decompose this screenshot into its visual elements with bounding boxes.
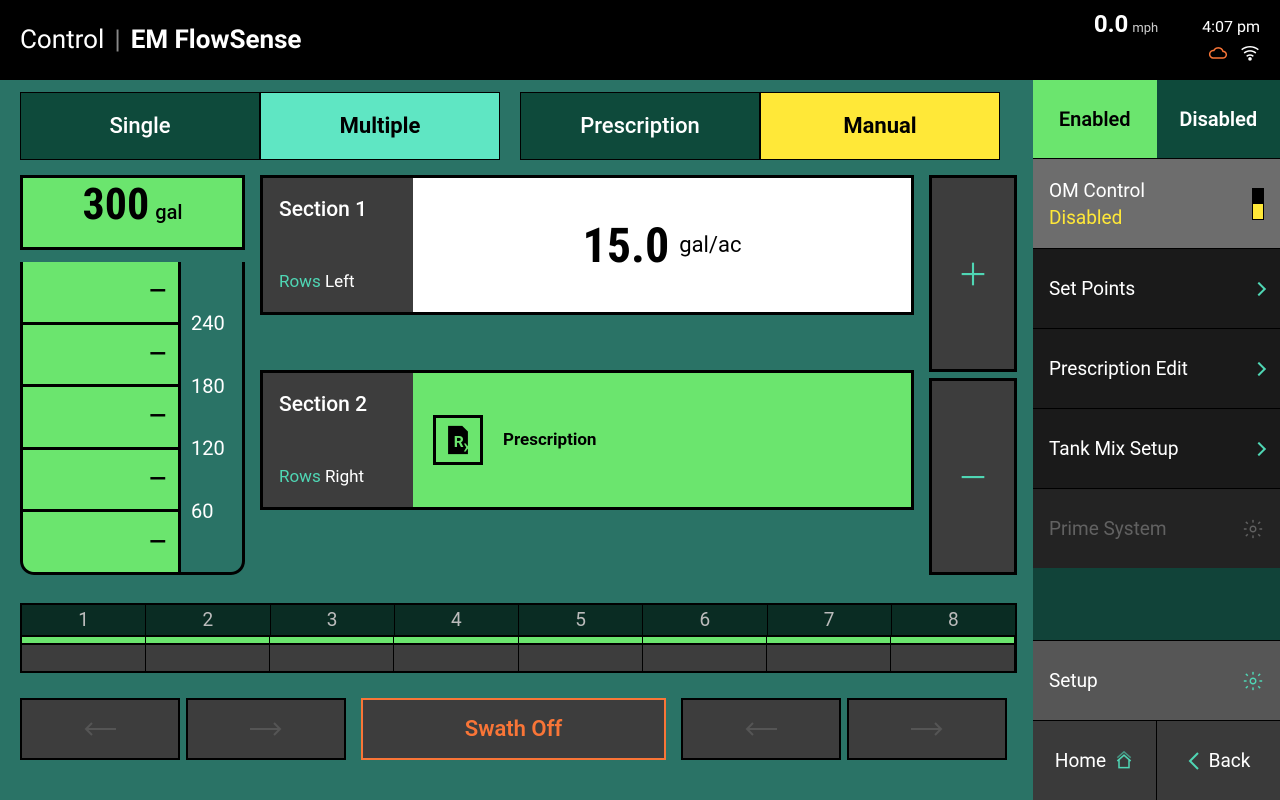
- tab-single[interactable]: Single: [20, 92, 260, 160]
- sidebar-item-set-points[interactable]: Set Points: [1033, 248, 1280, 328]
- gear-icon: [1242, 670, 1264, 692]
- page-title: Control | EM FlowSense: [20, 25, 301, 55]
- header-status: 0.0mph 4:07 pm: [1094, 10, 1260, 61]
- back-label: Back: [1209, 749, 1251, 772]
- row-num: 6: [643, 605, 767, 635]
- tank-seg: —: [23, 509, 178, 572]
- sidebar-item-label: Set Points: [1049, 277, 1135, 300]
- section-2-header: Section 2 Rows Right: [263, 373, 413, 507]
- row-num: 1: [22, 605, 146, 635]
- section-2-rows: Rows Right: [279, 467, 397, 487]
- rx-icon: RX: [433, 415, 483, 465]
- tank-volume-display[interactable]: 300 gal: [20, 175, 245, 250]
- sidebar-item-label: Prescription Edit: [1049, 357, 1188, 380]
- tank-volume-unit: gal: [155, 200, 182, 224]
- section-2-name: Section 2: [279, 393, 397, 417]
- chevron-left-icon: [1187, 751, 1201, 771]
- swath-off-button[interactable]: Swath Off: [361, 698, 666, 760]
- sidebar-item-om-control[interactable]: OM Control Disabled: [1033, 158, 1280, 248]
- rate-value: 15.0: [583, 217, 670, 274]
- rate-unit: gal/ac: [679, 233, 741, 258]
- row-num: 7: [768, 605, 892, 635]
- sidebar-item-label: Setup: [1049, 669, 1098, 692]
- sidebar-item-tank-mix[interactable]: Tank Mix Setup: [1033, 408, 1280, 488]
- tab-manual[interactable]: Manual: [760, 92, 1000, 160]
- section-2[interactable]: Section 2 Rows Right RX Prescription: [260, 370, 914, 510]
- row-num: 5: [519, 605, 643, 635]
- chevron-right-icon: [1252, 281, 1266, 295]
- rate-adjust: [929, 175, 1017, 575]
- row-numbers: 1 2 3 4 5 6 7 8: [22, 605, 1015, 635]
- back-button[interactable]: Back: [1157, 721, 1280, 800]
- om-control-status: Disabled: [1049, 206, 1145, 229]
- tank-scale: 240 180 120 60: [181, 262, 242, 572]
- section-2-label: Prescription: [503, 430, 596, 450]
- tank-tick: 180: [191, 361, 242, 411]
- section-1-rate: 15.0 gal/ac: [413, 178, 911, 312]
- section-1-header: Section 1 Rows Left: [263, 178, 413, 312]
- tank-tick: 120: [191, 423, 242, 473]
- wifi-icon: [1240, 45, 1260, 61]
- om-control-label: OM Control: [1049, 179, 1145, 202]
- tank-fill-bars: — — — — —: [23, 262, 181, 572]
- enable-toggle: Enabled Disabled: [1033, 80, 1280, 158]
- cloud-icon: [1208, 45, 1228, 61]
- row-status-bar: [22, 635, 1015, 645]
- sidebar: Enabled Disabled OM Control Disabled Set…: [1033, 80, 1280, 800]
- header-bar: Control | EM FlowSense 0.0mph 4:07 pm: [0, 0, 1280, 80]
- title-sub: EM FlowSense: [131, 25, 302, 55]
- chevron-right-icon: [1252, 361, 1266, 375]
- row-num: 2: [146, 605, 270, 635]
- tank-seg: —: [23, 384, 178, 447]
- swath-controls: Swath Off: [20, 698, 1017, 760]
- mode-tabs: Single Multiple Prescription Manual: [20, 92, 1017, 160]
- om-indicator-icon: [1252, 188, 1264, 220]
- home-icon: [1114, 751, 1134, 771]
- swath-right-button[interactable]: [681, 698, 841, 760]
- sidebar-item-label: Tank Mix Setup: [1049, 437, 1179, 460]
- row-num: 8: [892, 605, 1015, 635]
- swath-right-fast-button[interactable]: [847, 698, 1007, 760]
- tank-seg: —: [23, 262, 178, 322]
- section-1-rows: Rows Left: [279, 272, 397, 292]
- sidebar-item-label: Prime System: [1049, 517, 1167, 540]
- section-2-body: RX Prescription: [413, 373, 911, 507]
- disabled-button[interactable]: Disabled: [1157, 80, 1280, 158]
- sidebar-item-prime-system: Prime System: [1033, 488, 1280, 568]
- section-1[interactable]: Section 1 Rows Left 15.0 gal/ac: [260, 175, 914, 315]
- title-separator: |: [114, 25, 120, 55]
- tank-gauge: — — — — — 240 180 120 60: [20, 262, 245, 575]
- tank-volume-value: 300: [83, 178, 150, 230]
- rows-indicator[interactable]: 1 2 3 4 5 6 7 8: [20, 603, 1017, 673]
- chevron-right-icon: [1252, 441, 1266, 455]
- sidebar-item-setup[interactable]: Setup: [1033, 640, 1280, 720]
- rate-decrease-button[interactable]: [929, 378, 1017, 575]
- home-button[interactable]: Home: [1033, 721, 1157, 800]
- title-main: Control: [20, 25, 104, 55]
- speed-value: 0.0: [1094, 10, 1129, 39]
- tank-tick: 60: [191, 486, 242, 536]
- row-num: 4: [395, 605, 519, 635]
- row-bottom-bar: [22, 645, 1015, 671]
- enabled-button[interactable]: Enabled: [1033, 80, 1157, 158]
- clock: 4:07 pm: [1202, 17, 1260, 36]
- section-1-name: Section 1: [279, 198, 397, 222]
- swath-left-fast-button[interactable]: [20, 698, 180, 760]
- tank-tick: 240: [191, 298, 242, 348]
- row-num: 3: [271, 605, 395, 635]
- tab-multiple[interactable]: Multiple: [260, 92, 500, 160]
- rate-increase-button[interactable]: [929, 175, 1017, 372]
- home-label: Home: [1055, 749, 1106, 772]
- tab-prescription[interactable]: Prescription: [520, 92, 760, 160]
- tank-seg: —: [23, 447, 178, 510]
- speed-unit: mph: [1132, 21, 1158, 36]
- sidebar-item-prescription-edit[interactable]: Prescription Edit: [1033, 328, 1280, 408]
- swath-left-button[interactable]: [186, 698, 346, 760]
- gear-icon: [1242, 518, 1264, 540]
- tank-seg: —: [23, 322, 178, 385]
